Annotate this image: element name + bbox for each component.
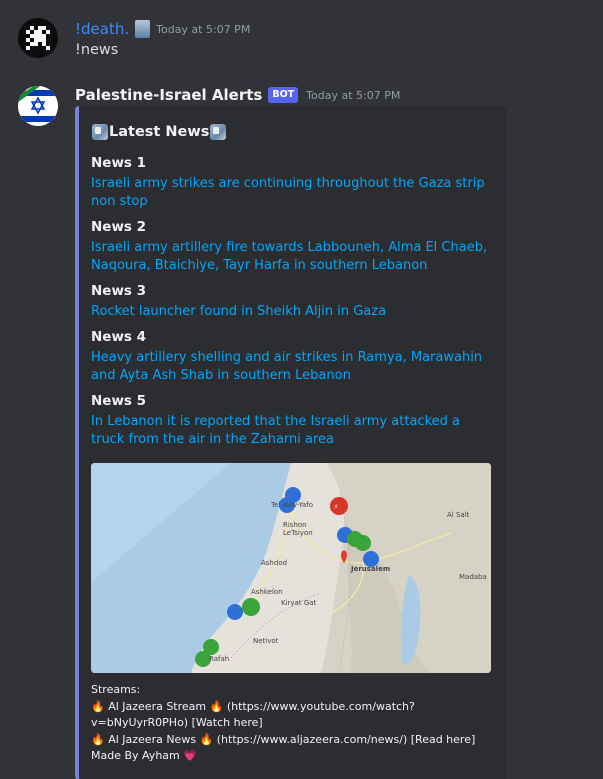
message-content: !news: [75, 42, 119, 58]
news-map-image[interactable]: ⚡ Tel Aviv-Yafo Rishon LeTsiyon Ashdod A…: [91, 463, 491, 673]
news-link-line: 🔥 Al Jazeera News 🔥 (https://www.aljazee…: [91, 732, 476, 746]
timestamp: Today at 5:07 PM: [156, 22, 251, 36]
news-label: News 5: [91, 393, 147, 409]
news-item: News 2 Israeli army artillery fire towar…: [91, 218, 491, 275]
news-label: News 4: [91, 329, 147, 345]
news-embed: Latest News News 1 Israeli army strikes …: [75, 106, 507, 779]
message-header: Palestine-Israel Alerts BOT Today at 5:0…: [75, 86, 400, 104]
message-2: Palestine-Israel Alerts BOT Today at 5:0…: [0, 78, 603, 779]
news-label: News 3: [91, 283, 147, 299]
news-link[interactable]: Rocket launcher found in Sheikh Aljin in…: [91, 303, 491, 321]
map-label: Rafah: [209, 655, 230, 663]
news-item: News 1 Israeli army strikes are continui…: [91, 154, 491, 211]
svg-text:⚡: ⚡: [334, 503, 339, 511]
timestamp: Today at 5:07 PM: [306, 88, 401, 102]
streams-section: Streams: 🔥 Al Jazeera Stream 🔥 (https://…: [91, 682, 491, 765]
message-1: !death. Today at 5:07 PM !news: [0, 0, 603, 75]
stream-link-line: 🔥 Al Jazeera Stream 🔥 (https://www.youtu…: [91, 699, 415, 713]
user-avatar[interactable]: [18, 18, 58, 58]
map-label: Rishon LeTsiyon: [283, 521, 313, 537]
newspaper-emoji-icon: [210, 124, 227, 140]
map-graphic: ⚡: [91, 463, 491, 673]
streams-heading: Streams:: [91, 683, 141, 696]
map-label: Al Salt: [447, 511, 470, 519]
map-label: Kiryat Gat: [281, 599, 317, 607]
credit-text: Made By Ayham: [91, 749, 180, 762]
news-label: News 1: [91, 155, 147, 171]
flag-avatar-icon: [18, 86, 58, 126]
embed-title: Latest News: [91, 124, 227, 140]
news-link[interactable]: In Lebanon it is reported that the Israe…: [91, 413, 491, 449]
bot-username[interactable]: Palestine-Israel Alerts: [75, 86, 262, 104]
pixel-avatar-icon: [18, 18, 58, 58]
map-label: Ashdod: [261, 559, 288, 567]
role-icon: [135, 20, 151, 38]
embed-title-text: Latest News: [109, 124, 210, 140]
newspaper-emoji-icon: [92, 124, 108, 140]
news-link[interactable]: Israeli army artillery fire towards Labb…: [91, 239, 491, 275]
heart-icon: 💗: [183, 749, 197, 762]
stream-link-line: v=bNyUyrR0PHo) [Watch here]: [91, 716, 263, 729]
map-label: Tel Aviv-Yafo: [271, 501, 314, 509]
news-item: News 3 Rocket launcher found in Sheikh A…: [91, 282, 491, 321]
news-link[interactable]: Israeli army strikes are continuing thro…: [91, 175, 491, 211]
bot-tag: BOT: [268, 87, 299, 103]
message-header: !death. Today at 5:07 PM: [75, 20, 250, 38]
bot-avatar[interactable]: [18, 86, 58, 126]
credit-line: Made By Ayham 💗: [91, 748, 491, 765]
username[interactable]: !death.: [75, 20, 129, 38]
news-item: News 4 Heavy artillery shelling and air …: [91, 328, 491, 385]
map-label: Jerusalem: [351, 565, 391, 573]
news-link[interactable]: Heavy artillery shelling and air strikes…: [91, 349, 491, 385]
map-label: Madaba: [459, 573, 487, 581]
news-label: News 2: [91, 219, 147, 235]
map-label: Ashkelon: [251, 588, 283, 596]
news-item: News 5 In Lebanon it is reported that th…: [91, 392, 491, 449]
map-label: Netivot: [253, 637, 279, 645]
